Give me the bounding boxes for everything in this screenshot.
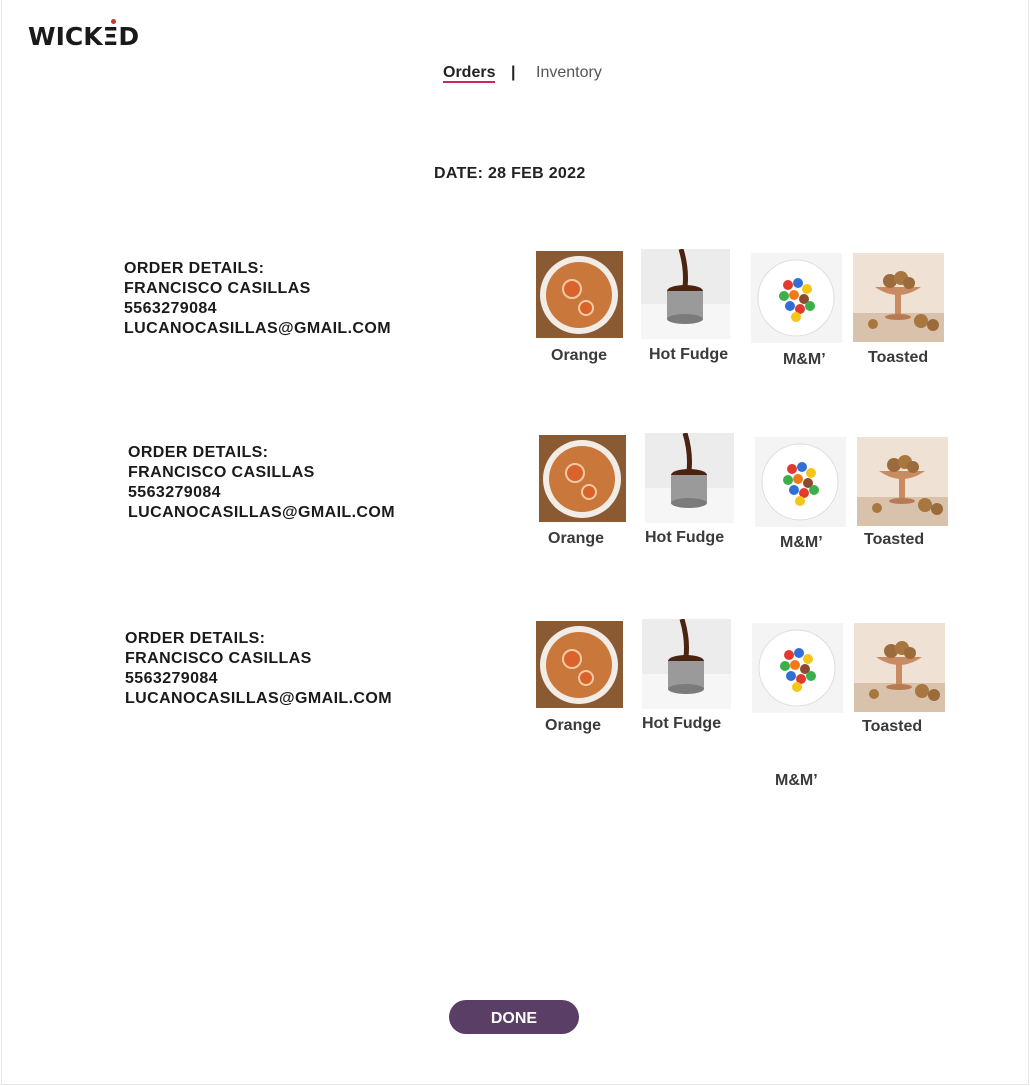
order-details: ORDER DETAILS: FRANCISCO CASILLAS 556327… <box>128 443 395 523</box>
hot-fudge-image <box>645 433 734 523</box>
orange-cake-image <box>539 435 626 522</box>
customer-phone: 5563279084 <box>125 670 218 687</box>
customer-email: LUCANOCASILLAS@GMAIL.COM <box>128 504 395 521</box>
product-label-hot-fudge: Hot Fudge <box>642 715 722 732</box>
product-label-mms: M&M’ <box>775 772 818 789</box>
wicked-logo[interactable]: WICKΞD <box>28 22 139 51</box>
order-date: DATE: 28 FEB 2022 <box>434 165 586 182</box>
product-label-toasted: Toasted <box>868 349 929 366</box>
mms-candy-image <box>752 623 843 713</box>
product-label-orange: Orange <box>551 347 608 364</box>
toasted-walnuts-image <box>853 253 944 342</box>
product-label-toasted: Toasted <box>864 531 925 548</box>
logo-dot <box>111 19 116 24</box>
done-button[interactable]: DONE <box>449 1000 579 1034</box>
mms-candy-image <box>751 253 842 343</box>
toasted-walnuts-image <box>854 623 945 712</box>
nav-inventory-link[interactable]: Inventory <box>536 64 602 82</box>
customer-name: FRANCISCO CASILLAS <box>124 280 311 297</box>
product-label-orange: Orange <box>545 717 602 734</box>
top-nav: Orders | Inventory <box>0 64 1030 86</box>
customer-email: LUCANOCASILLAS@GMAIL.COM <box>124 320 391 337</box>
hot-fudge-image <box>642 619 731 709</box>
customer-name: FRANCISCO CASILLAS <box>125 650 312 667</box>
product-label-hot-fudge: Hot Fudge <box>645 529 725 546</box>
toasted-walnuts-image <box>857 437 948 526</box>
orange-cake-image <box>536 251 623 338</box>
customer-email: LUCANOCASILLAS@GMAIL.COM <box>125 690 392 707</box>
hot-fudge-image <box>641 249 730 339</box>
nav-separator: | <box>511 64 516 81</box>
order-details: ORDER DETAILS: FRANCISCO CASILLAS 556327… <box>124 259 391 339</box>
customer-name: FRANCISCO CASILLAS <box>128 464 315 481</box>
product-label-hot-fudge: Hot Fudge <box>649 346 729 363</box>
order-details: ORDER DETAILS: FRANCISCO CASILLAS 556327… <box>125 629 392 709</box>
nav-orders-link[interactable]: Orders <box>443 64 496 83</box>
customer-phone: 5563279084 <box>124 300 217 317</box>
order-details-heading: ORDER DETAILS: <box>124 260 265 277</box>
customer-phone: 5563279084 <box>128 484 221 501</box>
order-details-heading: ORDER DETAILS: <box>128 444 269 461</box>
mms-candy-image <box>755 437 846 527</box>
orange-cake-image <box>536 621 623 708</box>
product-label-mms: M&M’ <box>780 534 823 551</box>
product-label-mms: M&M’ <box>783 351 826 368</box>
product-label-orange: Orange <box>548 530 605 547</box>
order-details-heading: ORDER DETAILS: <box>125 630 266 647</box>
product-label-toasted: Toasted <box>862 718 923 735</box>
logo-text: WICKΞD <box>28 22 140 51</box>
